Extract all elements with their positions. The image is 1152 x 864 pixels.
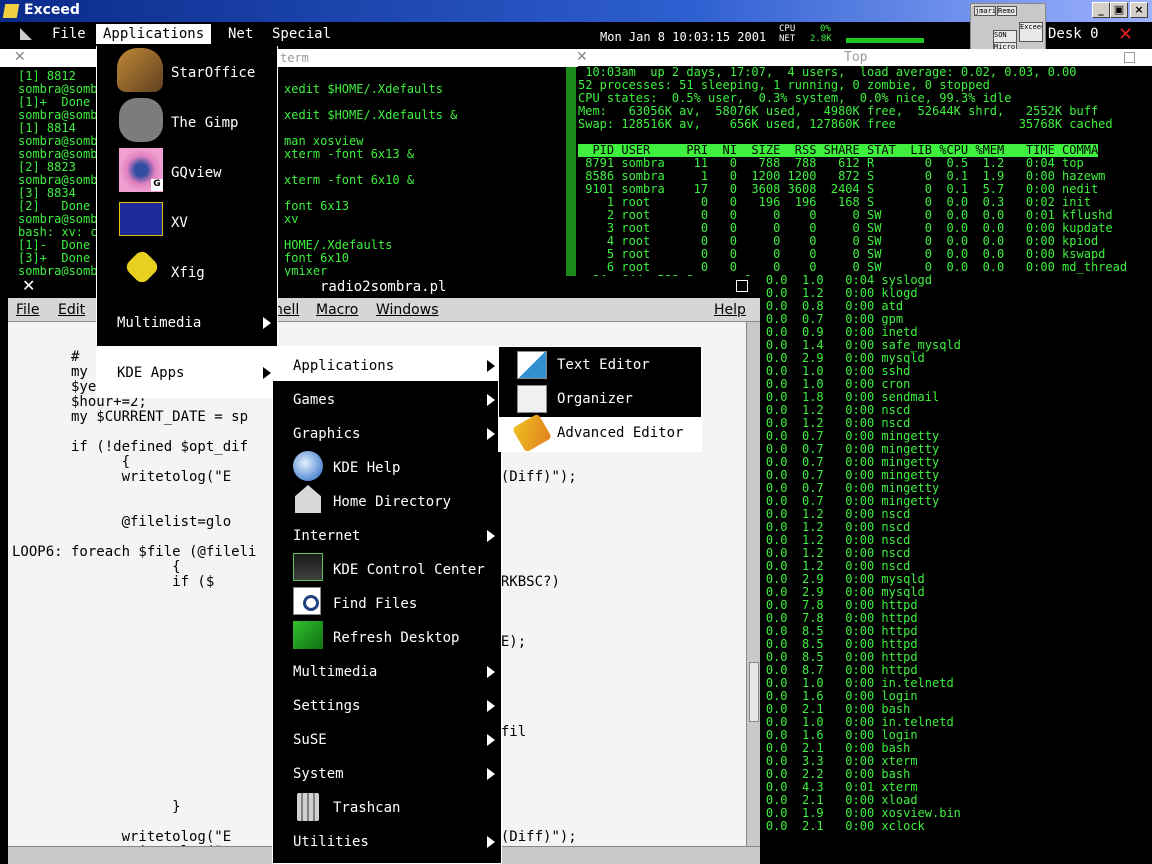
xfig-icon xyxy=(123,248,161,286)
menu-item-staroffice[interactable]: StarOffice xyxy=(171,65,255,81)
editor-vscrollbar[interactable] xyxy=(746,322,760,846)
menu-item-multimedia[interactable]: Multimedia xyxy=(117,315,201,331)
net-value: 2.8K xyxy=(810,34,832,44)
chevron-right-icon xyxy=(487,768,495,780)
maximize-button[interactable]: ▣ xyxy=(1110,2,1128,18)
cpu-bar xyxy=(846,38,924,43)
menu-item-xfig[interactable]: Xfig xyxy=(171,265,205,281)
clock: Mon Jan 8 10:03:15 2001 xyxy=(600,30,767,44)
kde-item-kde-help[interactable]: KDE Help xyxy=(333,460,400,476)
submenu-item-text-editor[interactable]: Text Editor xyxy=(557,357,650,373)
menu-special[interactable]: Special xyxy=(272,26,331,42)
kde-item-control-center[interactable]: KDE Control Center xyxy=(333,562,485,578)
gqview-g-icon: G xyxy=(151,179,163,191)
kde-item-home-directory[interactable]: Home Directory xyxy=(333,494,451,510)
terminal-line: xedit $HOME/.Xdefaults xyxy=(284,82,443,96)
kde-item-internet[interactable]: Internet xyxy=(293,528,360,544)
menu-item-gimp[interactable]: The Gimp xyxy=(171,115,238,131)
editor-title: radio2sombra.pl xyxy=(320,279,447,295)
editor-menu-edit[interactable]: Edit xyxy=(58,302,85,318)
left-term-text: [1] 8812 sombra@somb [1]+ Done sombra@somb[… xyxy=(18,70,97,278)
terminal-line: xterm -font 6x10 & xyxy=(284,173,415,187)
chevron-right-icon xyxy=(487,700,495,712)
pager-cell[interactable]: Remo xyxy=(997,6,1017,16)
kde-item-games[interactable]: Games xyxy=(293,392,335,408)
minimize-button[interactable]: _ xyxy=(1092,2,1110,18)
organizer-icon xyxy=(517,385,547,413)
refresh-desktop-icon xyxy=(293,621,323,649)
editor-menu-windows[interactable]: Windows xyxy=(376,302,439,318)
wm-corner-icon[interactable] xyxy=(20,28,32,40)
applications-menu: StarOffice The Gimp G GQview XV Xfig Mul… xyxy=(96,46,278,398)
close-button[interactable]: × xyxy=(1130,2,1148,18)
terminal-line: xterm -font 6x13 & xyxy=(284,147,415,161)
menu-item-xv[interactable]: XV xyxy=(171,215,188,231)
terminal-line: font 6x13 xyxy=(284,199,350,213)
editor-close-icon[interactable]: ✕ xyxy=(22,276,35,295)
kde-item-find-files[interactable]: Find Files xyxy=(333,596,417,612)
submenu-item-organizer[interactable]: Organizer xyxy=(557,391,633,407)
kde-item-utilities[interactable]: Utilities xyxy=(293,834,369,850)
xv-icon xyxy=(119,202,163,236)
pager-cell[interactable]: Exceed xyxy=(1019,22,1043,42)
desk-close-icon[interactable]: ✕ xyxy=(1118,24,1133,45)
home-directory-icon xyxy=(295,485,321,513)
submenu-item-advanced-editor[interactable]: Advanced Editor xyxy=(557,425,683,441)
chevron-right-icon xyxy=(487,734,495,746)
kde-apps-menu: Applications Games Graphics KDE Help Hom… xyxy=(272,346,502,864)
terminal-line: xv xyxy=(284,212,299,226)
kde-item-settings[interactable]: Settings xyxy=(293,698,360,714)
desk-label: Desk 0 xyxy=(1048,26,1099,42)
left-term-close-icon[interactable]: ✕ xyxy=(14,49,26,65)
applications-submenu: Text Editor Organizer Advanced Editor xyxy=(498,346,702,453)
top-term-resize-icon[interactable] xyxy=(1124,52,1135,63)
terminal-line: xedit $HOME/.Xdefaults & xyxy=(284,108,458,122)
chevron-right-icon xyxy=(487,530,495,542)
cpu-percent: 0% xyxy=(820,24,831,34)
mid-term-titlebar: term xyxy=(276,49,566,67)
text-editor-icon xyxy=(517,351,547,379)
kde-item-applications[interactable]: Applications xyxy=(293,358,394,374)
net-label: NET xyxy=(779,34,796,44)
top-term-close-icon[interactable]: ✕ xyxy=(576,49,588,65)
magnifier-icon xyxy=(303,595,319,611)
kde-item-graphics[interactable]: Graphics xyxy=(293,426,360,442)
chevron-right-icon xyxy=(263,317,271,329)
exceed-logo-icon xyxy=(2,4,20,18)
chevron-right-icon xyxy=(263,367,271,379)
editor-resize-icon[interactable] xyxy=(736,280,748,292)
chevron-right-icon xyxy=(487,394,495,406)
chevron-right-icon xyxy=(487,666,495,678)
mid-term-title: term xyxy=(280,51,309,65)
editor-menu-help[interactable]: Help xyxy=(714,302,746,318)
chevron-right-icon xyxy=(487,836,495,848)
menu-item-kde-apps[interactable]: KDE Apps xyxy=(117,365,184,381)
pager-cell[interactable]: jmarin xyxy=(974,6,996,16)
staroffice-icon xyxy=(117,48,163,92)
kde-item-refresh-desktop[interactable]: Refresh Desktop xyxy=(333,630,459,646)
menu-item-gqview[interactable]: GQview xyxy=(171,165,222,181)
editor-menu-file[interactable]: File xyxy=(16,302,39,318)
window-title: Exceed xyxy=(24,2,80,18)
chevron-right-icon xyxy=(487,428,495,440)
menu-file[interactable]: File xyxy=(52,26,86,42)
gimp-icon xyxy=(119,98,163,142)
mid-term-text: xedit $HOME/.Xdefaults xedit $HOME/.Xdefa… xyxy=(284,83,457,278)
menu-net[interactable]: Net xyxy=(228,26,253,42)
cpu-label: CPU xyxy=(779,24,796,34)
top-term-title: Top xyxy=(844,50,868,65)
kde-item-suse[interactable]: SuSE xyxy=(293,732,327,748)
mid-terminal[interactable]: term xedit $HOME/.Xdefaults xedit $HOME/.… xyxy=(276,47,566,278)
kde-help-icon xyxy=(293,451,323,481)
menu-applications[interactable]: Applications xyxy=(96,24,212,44)
kde-item-multimedia[interactable]: Multimedia xyxy=(293,664,377,680)
kde-item-trashcan[interactable]: Trashcan xyxy=(333,800,400,816)
top-header-line: Swap: 128516K av, 656K used, 127860K fre… xyxy=(578,117,1113,131)
kde-item-system[interactable]: System xyxy=(293,766,344,782)
editor-menu-macro[interactable]: Macro xyxy=(316,302,358,318)
trashcan-icon xyxy=(297,793,319,821)
left-terminal[interactable]: ✕ [1] 8812 sombra@somb [1]+ Done sombra@som… xyxy=(0,47,97,278)
control-center-icon xyxy=(293,553,323,581)
chevron-right-icon xyxy=(487,360,495,372)
